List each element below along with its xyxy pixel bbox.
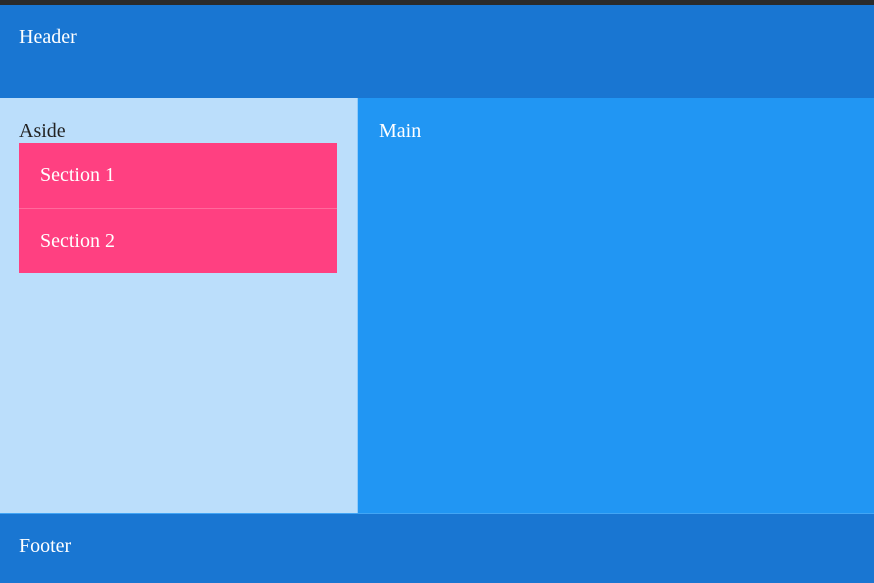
main-title: Main <box>379 120 422 142</box>
sidebar: Aside Section 1 Section 2 <box>0 98 357 513</box>
header-title: Header <box>19 26 77 48</box>
page-header: Header <box>0 5 874 98</box>
section-label: Section 1 <box>40 164 115 186</box>
footer-title: Footer <box>19 535 72 557</box>
aside-title: Aside <box>19 120 66 142</box>
page-footer: Footer <box>0 514 874 583</box>
section-item-1: Section 1 <box>19 143 337 208</box>
section-list: Section 1 Section 2 <box>19 143 357 273</box>
section-item-2: Section 2 <box>19 208 337 273</box>
section-label: Section 2 <box>40 230 115 252</box>
main-content: Main <box>358 98 874 513</box>
